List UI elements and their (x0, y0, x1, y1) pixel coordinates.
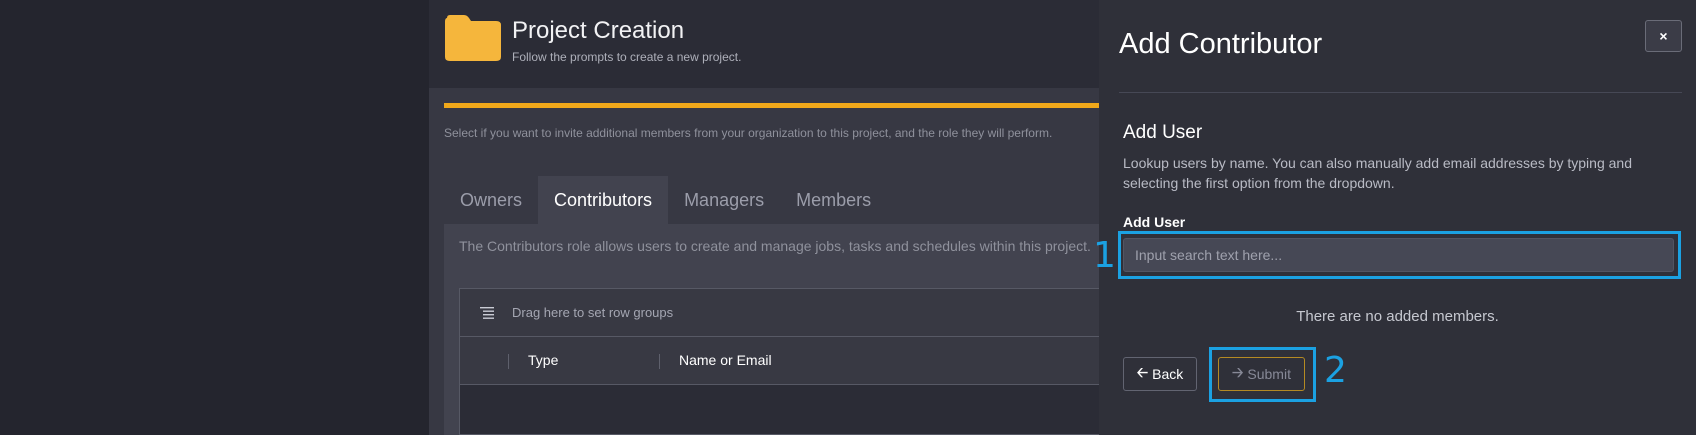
progress-bar (444, 103, 1099, 108)
add-user-label: Add User (1123, 214, 1186, 230)
add-contributor-drawer: Add Contributor × Add User Lookup users … (1099, 0, 1696, 435)
background-left (0, 0, 429, 435)
role-description: The Contributors role allows users to cr… (459, 238, 1091, 254)
user-search-input[interactable] (1123, 238, 1674, 272)
arrow-left-icon: 🡠 (1136, 364, 1149, 380)
annotation-number-2: 2 (1324, 350, 1347, 391)
row-groups-placeholder: Drag here to set row groups (512, 305, 674, 320)
wizard-panel: Select if you want to invite additional … (429, 88, 1099, 435)
project-creation-page: Project Creation Follow the prompts to c… (429, 0, 1099, 435)
list-icon (480, 307, 494, 319)
divider (1119, 92, 1682, 93)
column-header-name-or-email[interactable]: Name or Email (679, 352, 772, 368)
tab-owners[interactable]: Owners (444, 176, 538, 224)
section-title: Add User (1123, 122, 1203, 143)
drawer-title: Add Contributor (1119, 28, 1323, 60)
submit-label: Submit (1247, 366, 1291, 382)
section-description: Lookup users by name. You can also manua… (1123, 155, 1632, 191)
page-header: Project Creation Follow the prompts to c… (429, 0, 1099, 88)
tab-content: The Contributors role allows users to cr… (444, 224, 1099, 435)
grid-header: Type Name or Email (460, 337, 1099, 385)
back-label: Back (1152, 366, 1184, 382)
row-groups-drop-zone[interactable]: Drag here to set row groups (460, 289, 1099, 337)
tab-members[interactable]: Members (780, 176, 887, 224)
submit-button[interactable]: 🡢 Submit (1218, 357, 1305, 391)
arrow-right-icon: 🡢 (1232, 364, 1244, 380)
annotation-number-1: 1 (1093, 235, 1116, 276)
members-grid: Drag here to set row groups Type Name or… (459, 288, 1099, 435)
column-separator (659, 354, 660, 369)
page-subtitle: Follow the prompts to create a new proje… (512, 50, 742, 64)
column-separator (508, 354, 509, 369)
folder-icon (445, 15, 501, 61)
page-title: Project Creation (512, 17, 685, 44)
close-button[interactable]: × (1645, 20, 1682, 52)
back-button[interactable]: 🡠 Back (1123, 357, 1197, 391)
step-hint: Select if you want to invite additional … (444, 126, 1053, 140)
empty-members-message: There are no added members. (1296, 308, 1499, 325)
column-header-type[interactable]: Type (528, 352, 558, 368)
role-tabs: Owners Contributors Managers Members (444, 176, 887, 224)
tab-managers[interactable]: Managers (668, 176, 780, 224)
tab-contributors[interactable]: Contributors (538, 176, 669, 224)
